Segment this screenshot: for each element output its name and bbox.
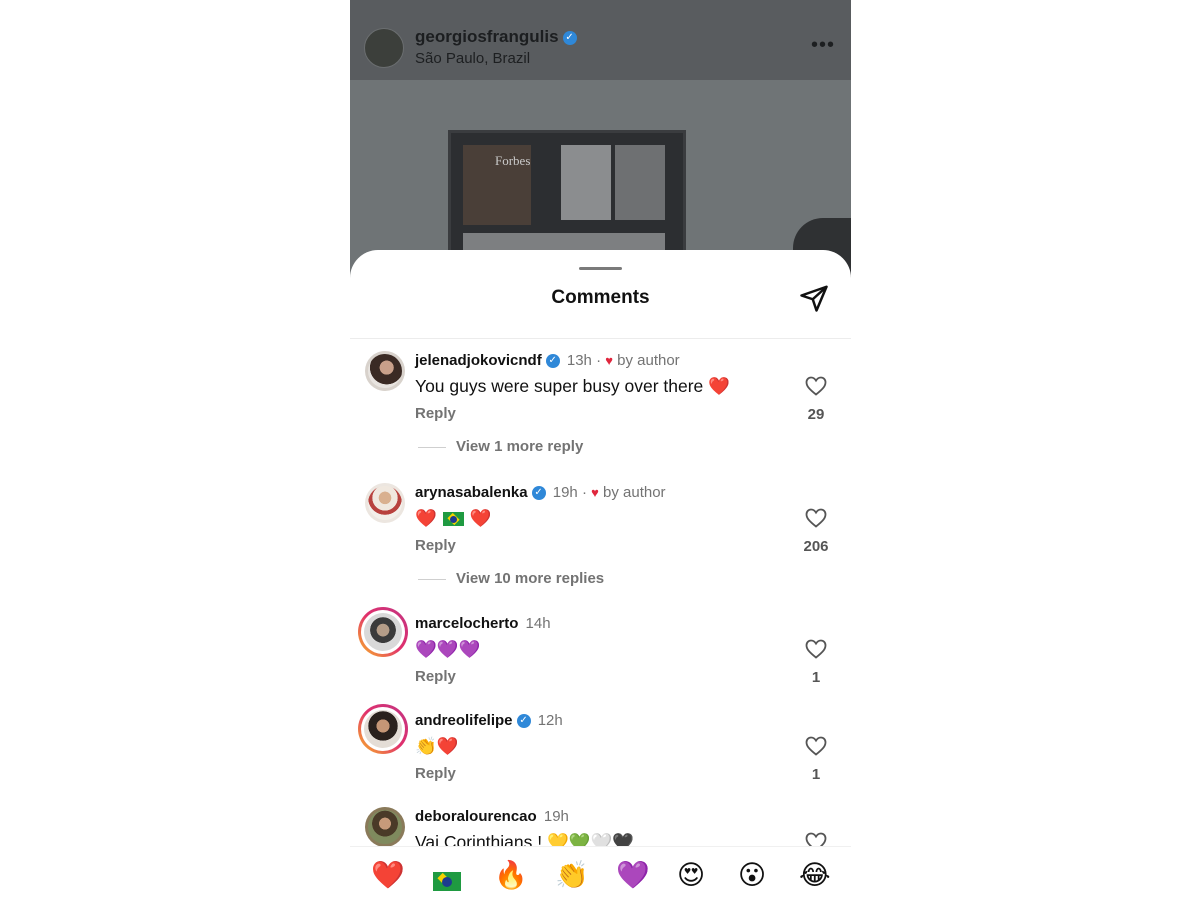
avatar-photo bbox=[368, 354, 402, 388]
avatar[interactable] bbox=[365, 351, 405, 391]
instagram-screen: georgiosfrangulis ✓ São Paulo, Brazil •••… bbox=[350, 0, 851, 900]
reaction-laughing-face[interactable]: 😂 bbox=[799, 859, 831, 891]
avatar[interactable] bbox=[365, 483, 405, 523]
like-count: 1 bbox=[811, 669, 821, 686]
comment-timestamp: 19h bbox=[552, 484, 578, 501]
like-count: 29 bbox=[807, 406, 825, 423]
post-author-username[interactable]: georgiosfrangulis ✓ bbox=[415, 27, 577, 47]
like-heart-icon-outline bbox=[805, 639, 827, 659]
reply-button[interactable]: Reply bbox=[415, 765, 456, 782]
comment-header: marcelocherto 14h bbox=[415, 614, 551, 634]
comment-text: 👏❤️ bbox=[415, 736, 459, 756]
brazil-flag-icon bbox=[433, 871, 461, 891]
avatar-photo bbox=[368, 810, 402, 844]
comment-text: You guys were super busy over there ❤️ bbox=[415, 376, 730, 396]
comment-username[interactable]: andreolifelipe bbox=[415, 712, 513, 729]
like-heart-icon-outline bbox=[805, 736, 827, 756]
flag-globe-icon bbox=[442, 876, 452, 887]
reaction-surprised-face[interactable]: 😮 bbox=[738, 859, 766, 891]
view-replies-link[interactable]: View 1 more reply bbox=[418, 438, 583, 455]
comment-emoji-heart: ❤️ bbox=[469, 508, 492, 528]
share-icon[interactable] bbox=[799, 283, 829, 313]
comment-header: deboralourencao 19h bbox=[415, 807, 569, 827]
post-header: georgiosfrangulis ✓ São Paulo, Brazil ••• bbox=[350, 0, 851, 80]
comment-text: 💜💜💜 bbox=[415, 639, 481, 659]
comment-timestamp: 13h bbox=[566, 352, 592, 369]
like-heart-icon[interactable] bbox=[804, 506, 828, 530]
reaction-brazil-flag[interactable] bbox=[433, 865, 461, 897]
reply-button[interactable]: Reply bbox=[415, 537, 456, 554]
view-replies-label[interactable]: View 1 more reply bbox=[456, 438, 583, 455]
comment-timestamp: 14h bbox=[525, 615, 551, 632]
reaction-clapping-hands[interactable]: 👏 bbox=[555, 859, 589, 891]
post-author-avatar[interactable] bbox=[364, 28, 404, 68]
magazine-title: Forbes bbox=[495, 153, 531, 168]
like-count: 1 bbox=[811, 766, 821, 783]
like-heart-icon[interactable] bbox=[804, 374, 828, 398]
like-count: 206 bbox=[803, 538, 829, 555]
like-heart-icon-outline bbox=[805, 508, 827, 528]
liked-by-author-label: by author bbox=[617, 352, 680, 369]
reaction-heart-eyes[interactable]: 😍 bbox=[677, 859, 705, 891]
comment-username[interactable]: marcelocherto bbox=[415, 615, 518, 632]
avatar[interactable] bbox=[365, 807, 405, 847]
reaction-purple-heart[interactable]: 💜 bbox=[616, 859, 650, 891]
post-username-text[interactable]: georgiosfrangulis bbox=[415, 27, 559, 46]
verified-badge-icon: ✓ bbox=[516, 714, 531, 729]
reply-button[interactable]: Reply bbox=[415, 405, 456, 422]
more-options-icon[interactable]: ••• bbox=[811, 34, 835, 57]
quick-reaction-bar: ❤️ 🔥 👏 💜 😍 😮 😂 bbox=[350, 846, 851, 900]
comment-header: andreolifelipe ✓ 12h bbox=[415, 711, 563, 731]
comment-meta-separator: · bbox=[596, 352, 602, 369]
reply-button[interactable]: Reply bbox=[415, 668, 456, 685]
avatar-with-story-ring[interactable] bbox=[358, 704, 408, 754]
comment-header: arynasabalenka ✓ 19h · ♥ by author bbox=[415, 483, 666, 503]
avatar-photo bbox=[368, 486, 402, 520]
avatar-photo bbox=[364, 613, 402, 651]
framed-photo-page bbox=[615, 145, 665, 220]
comment-meta-separator: · bbox=[581, 484, 587, 501]
brazil-flag-icon bbox=[442, 512, 464, 527]
liked-by-author-heart-icon: ♥ bbox=[591, 485, 599, 500]
verified-badge-icon: ✓ bbox=[545, 354, 560, 369]
sheet-drag-handle[interactable] bbox=[579, 267, 622, 270]
comment-text: ❤️ ❤️ bbox=[415, 506, 492, 530]
framed-article-page bbox=[561, 145, 611, 220]
sheet-divider bbox=[350, 338, 851, 339]
replies-thread-line bbox=[418, 578, 446, 580]
view-replies-link[interactable]: View 10 more replies bbox=[418, 570, 604, 587]
verified-badge-icon: ✓ bbox=[531, 486, 546, 501]
avatar-with-story-ring[interactable] bbox=[358, 607, 408, 657]
comment-timestamp: 12h bbox=[537, 712, 563, 729]
comment-username[interactable]: deboralourencao bbox=[415, 808, 537, 825]
like-heart-icon[interactable] bbox=[804, 637, 828, 661]
like-heart-icon[interactable] bbox=[804, 734, 828, 758]
comment-timestamp: 19h bbox=[543, 808, 569, 825]
reaction-fire[interactable]: 🔥 bbox=[494, 859, 528, 891]
avatar-photo bbox=[364, 710, 402, 748]
replies-thread-line bbox=[418, 446, 446, 448]
liked-by-author-heart-icon: ♥ bbox=[605, 353, 613, 368]
like-heart-icon-outline bbox=[805, 376, 827, 396]
comment-username[interactable]: jelenadjokovicndf bbox=[415, 352, 542, 369]
liked-by-author-label: by author bbox=[603, 484, 666, 501]
reaction-red-heart[interactable]: ❤️ bbox=[371, 859, 405, 891]
post-location[interactable]: São Paulo, Brazil bbox=[415, 50, 530, 67]
comment-header: jelenadjokovicndf ✓ 13h · ♥ by author bbox=[415, 351, 680, 371]
view-replies-label[interactable]: View 10 more replies bbox=[456, 570, 604, 587]
verified-badge-icon: ✓ bbox=[562, 30, 577, 45]
sheet-title: Comments bbox=[551, 287, 650, 308]
flag-globe-icon bbox=[449, 516, 457, 524]
comment-username[interactable]: arynasabalenka bbox=[415, 484, 528, 501]
comment-emoji-heart: ❤️ bbox=[415, 508, 437, 528]
